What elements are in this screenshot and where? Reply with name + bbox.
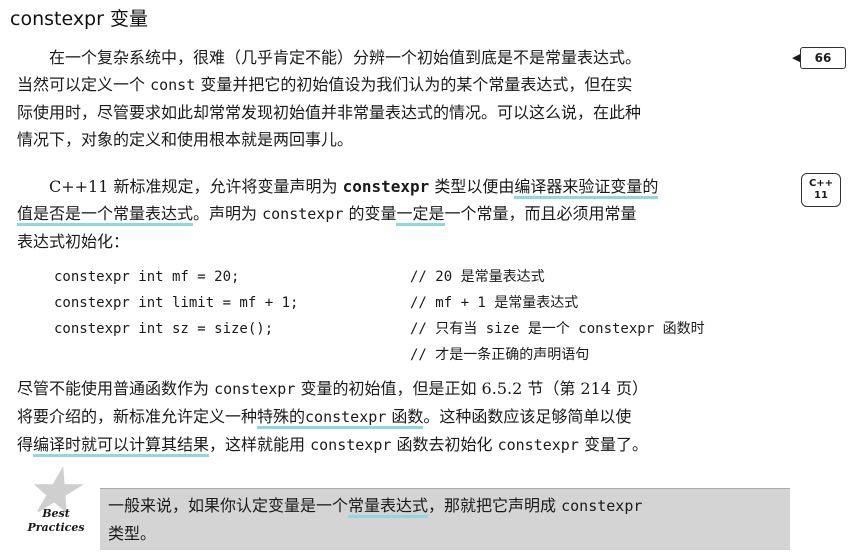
p1-line1: 在一个复杂系统中，很难（几乎肯定不能）分辨一个初始值到底是不是常量表达式。 [49, 48, 642, 67]
p2-text-h: 一个常量，而且必须用常量 [444, 204, 637, 223]
best-practices-label: ★ Best Practices [18, 462, 94, 548]
code-line: // 才是一条正确的声明语句 [54, 342, 794, 368]
code-statement: constexpr int sz = size(); [54, 321, 274, 337]
code-block: constexpr int mf = 20; // 20 是常量表达式 const… [54, 264, 794, 368]
best-practices-label-2: Practices [27, 521, 85, 534]
p1-code-const: const [150, 76, 196, 94]
code-line: constexpr int limit = mf + 1; // mf + 1 是… [54, 290, 794, 316]
bp-line1: 一般来说，如果你认定变量是一个常量表达式，那就把它声明成 constexpr [108, 492, 782, 520]
p3-text-b: 变量的初始值，但是正如 6.5.2 节（第 214 页） [295, 379, 649, 398]
code-statement: constexpr int limit = mf + 1; [54, 295, 299, 311]
code-statement [54, 342, 410, 368]
bp-line2: 类型。 [108, 524, 157, 543]
p2-code-constexpr: constexpr [342, 177, 430, 196]
page: constexpr 变量 ◀ 66 在一个复杂系统中，很难（几乎肯定不能）分辨一… [0, 0, 852, 557]
bp-text-a: 一般来说，如果你认定变量是一个 [108, 496, 349, 515]
p3-text-c: 将要介绍的，新标准允许定义一种 [17, 407, 258, 426]
arrow-left-icon: ◀ [792, 51, 801, 64]
p1-line4: 情况下，对象的定义和使用根本就是两回事儿。 [17, 130, 354, 149]
p3-line3: 得编译时就可以计算其结果，这样就能用 constexpr 函数去初始化 cons… [17, 431, 787, 459]
cpp11-badge: C++ 11 [801, 173, 841, 207]
cpp11-badge-top: C++ [808, 178, 834, 189]
p2-highlight-3: 一定是 [396, 204, 445, 226]
p2-text-f: 的变量 [343, 204, 397, 223]
code-comment: // mf + 1 是常量表达式 [410, 295, 579, 311]
p3-line2: 将要介绍的，新标准允许定义一种特殊的constexpr 函数。这种函数应该足够简… [17, 403, 787, 431]
code-comment: // 只有当 size 是一个 constexpr 函数时 [410, 321, 705, 337]
code-comment: // 才是一条正确的声明语句 [410, 347, 590, 363]
p3-text-l: 变量了。 [578, 435, 648, 454]
p2-highlight-2: 值是否是一个常量表达式 [17, 204, 194, 226]
code-line: constexpr int sz = size(); // 只有当 size 是一… [54, 316, 794, 342]
p3-code-constexpr-3: constexpr [497, 436, 579, 454]
paragraph-1: 在一个复杂系统中，很难（几乎肯定不能）分辨一个初始值到底是不是常量表达式。 当然… [17, 44, 787, 153]
code-statement: constexpr int mf = 20; [54, 269, 240, 285]
p3-highlight-2: 函数 [386, 407, 424, 429]
code-comment: // 20 是常量表达式 [410, 269, 545, 285]
p3-text-k: 函数去初始化 [391, 435, 498, 454]
section-heading: constexpr 变量 [10, 8, 148, 30]
p2-text-e: 。声明为 [193, 204, 263, 223]
p3-code-constexpr: constexpr [214, 380, 296, 398]
p1-line2-text: 当然可以定义一个 [17, 75, 151, 94]
p2-line2: 值是否是一个常量表达式。声明为 constexpr 的变量一定是一个常量，而且必… [17, 200, 787, 228]
cpp11-badge-bottom: 11 [814, 190, 828, 201]
paragraph-2: C++11 新标准规定，允许将变量声明为 constexpr 类型以便由编译器来… [17, 173, 787, 255]
p3-highlight-code: constexpr [305, 408, 387, 429]
page-reference-badge: ◀ 66 [792, 47, 846, 69]
bp-code-constexpr: constexpr [561, 497, 643, 515]
p1-line2-text-b: 变量并把它的初始值设为我们认为的某个常量表达式，但在实 [195, 75, 633, 94]
p2-code-constexpr-2: constexpr [262, 205, 344, 223]
p3-text-a: 尽管不能使用普通函数作为 [17, 379, 215, 398]
star-icon: ★ [26, 457, 78, 525]
p3-line1: 尽管不能使用普通函数作为 constexpr 变量的初始值，但是正如 6.5.2… [17, 375, 787, 403]
p3-text-h: 得 [17, 435, 34, 454]
code-line: constexpr int mf = 20; // 20 是常量表达式 [54, 264, 794, 290]
bp-text-c: ，那就把它声明成 [428, 496, 562, 515]
bp-highlight: 常量表达式 [348, 496, 429, 518]
p3-code-constexpr-2: constexpr [310, 436, 392, 454]
p2-text-a: C++11 新标准规定，允许将变量声明为 [49, 177, 343, 196]
best-practices-label-1: Best [42, 507, 70, 520]
p2-line3: 表达式初始化： [17, 232, 130, 251]
p3-text-j: ，这样就能用 [209, 435, 311, 454]
paragraph-3: 尽管不能使用普通函数作为 constexpr 变量的初始值，但是正如 6.5.2… [17, 375, 787, 459]
best-practices-box: 一般来说，如果你认定变量是一个常量表达式，那就把它声明成 constexpr 类… [100, 488, 790, 550]
p3-highlight-1: 特殊的 [257, 407, 306, 429]
page-reference-number: 66 [814, 51, 832, 65]
p2-highlight-1: 编译器来验证变量的 [514, 177, 659, 199]
p1-line3: 际使用时，尽管要求如此却常常发现初始值并非常量表达式的情况。可以这么说，在此种 [17, 103, 642, 122]
p2-text-b: 类型以便由 [429, 177, 515, 196]
p2-line1: C++11 新标准规定，允许将变量声明为 constexpr 类型以便由编译器来… [17, 173, 787, 200]
p3-highlight-3: 编译时就可以计算其结果 [33, 435, 210, 457]
p1-line2: 当然可以定义一个 const 变量并把它的初始值设为我们认为的某个常量表达式，但… [17, 71, 787, 99]
p3-text-g: 。这种函数应该足够简单以使 [423, 407, 632, 426]
